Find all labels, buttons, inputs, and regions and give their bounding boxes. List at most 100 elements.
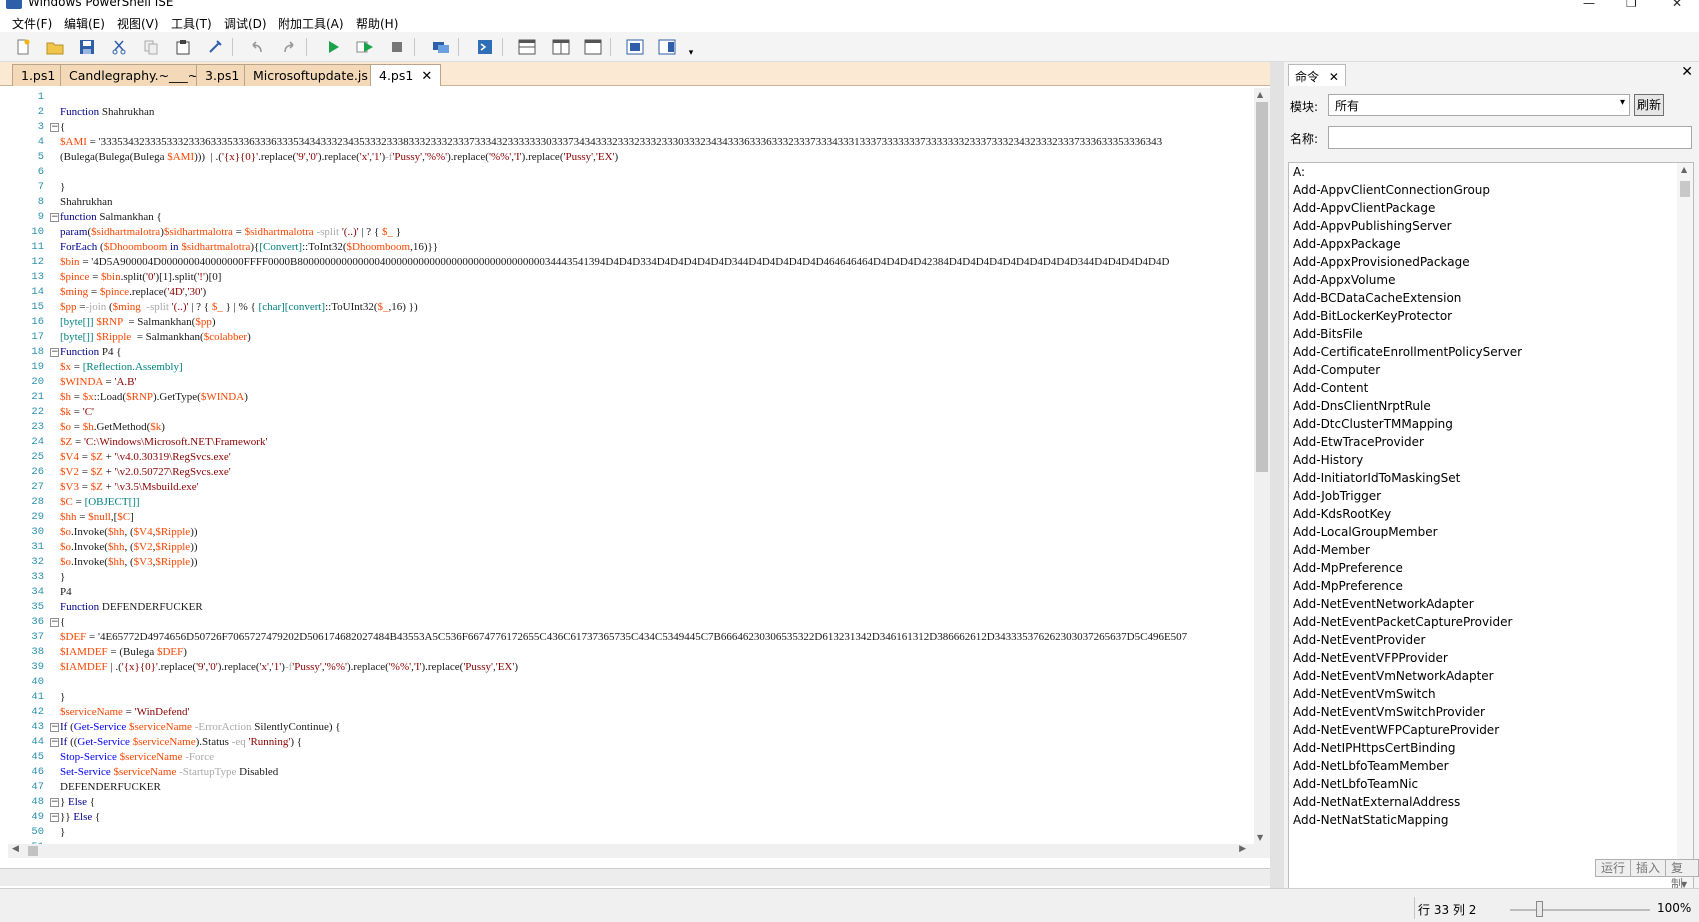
code-area[interactable]: Function Shahrukhan {$AMI = '333534323335…	[60, 90, 1260, 855]
copy-icon[interactable]	[140, 36, 162, 58]
command-list-scrollbar[interactable]: ▲ ▼	[1677, 163, 1693, 891]
menu-file[interactable]: 文件(F)	[12, 15, 52, 32]
command-item[interactable]: A:	[1289, 163, 1693, 181]
fold-toggle-icon[interactable]: −	[50, 738, 59, 747]
command-item[interactable]: Add-AppxPackage	[1289, 235, 1693, 253]
fold-toggle-icon[interactable]: −	[50, 348, 59, 357]
command-item[interactable]: Add-NetEventNetworkAdapter	[1289, 595, 1693, 613]
menu-help[interactable]: 帮助(H)	[356, 15, 398, 32]
command-item[interactable]: Add-AppvClientPackage	[1289, 199, 1693, 217]
command-item[interactable]: Add-KdsRootKey	[1289, 505, 1693, 523]
menu-tools[interactable]: 工具(T)	[171, 15, 212, 32]
command-item[interactable]: Add-NetIPHttpsCertBinding	[1289, 739, 1693, 757]
command-item[interactable]: Add-Content	[1289, 379, 1693, 397]
command-item[interactable]: Add-NetEventVmSwitch	[1289, 685, 1693, 703]
command-item[interactable]: Add-NetNatStaticMapping	[1289, 811, 1693, 829]
stop-icon[interactable]	[386, 36, 408, 58]
copy-command-button[interactable]: 复制	[1665, 859, 1699, 891]
command-item[interactable]: Add-MpPreference	[1289, 577, 1693, 595]
layout-right-icon[interactable]	[550, 36, 572, 58]
fold-toggle-icon[interactable]: −	[50, 813, 59, 822]
command-list-scroll-thumb[interactable]	[1680, 181, 1690, 197]
menu-addons[interactable]: 附加工具(A)	[278, 15, 344, 32]
command-item[interactable]: Add-Member	[1289, 541, 1693, 559]
fold-toggle-icon[interactable]: −	[50, 723, 59, 732]
command-item[interactable]: Add-CertificateEnrollmentPolicyServer	[1289, 343, 1693, 361]
show-script-pane-icon[interactable]	[624, 36, 646, 58]
command-item[interactable]: Add-BitsFile	[1289, 325, 1693, 343]
command-list[interactable]: A: Add-AppvClientConnectionGroup Add-AppvC…	[1288, 162, 1694, 892]
run-command-button[interactable]: 运行	[1595, 859, 1632, 877]
tab-3-ps1[interactable]: 3.ps1	[196, 64, 249, 86]
insert-command-button[interactable]: 插入	[1630, 859, 1667, 877]
fold-toggle-icon[interactable]: −	[50, 618, 59, 627]
command-item[interactable]: Add-History	[1289, 451, 1693, 469]
powershell-console-icon[interactable]	[474, 36, 496, 58]
horizontal-scroll-thumb[interactable]	[28, 846, 38, 856]
command-item[interactable]: Add-AppxVolume	[1289, 271, 1693, 289]
editor-horizontal-scrollbar[interactable]: ◀ ▶	[8, 844, 1270, 858]
clear-icon[interactable]	[204, 36, 226, 58]
menu-edit[interactable]: 编辑(E)	[64, 15, 105, 32]
undo-icon[interactable]	[246, 36, 268, 58]
paste-icon[interactable]	[172, 36, 194, 58]
tab-candlegraphy[interactable]: Candlegraphy.~___~	[60, 64, 208, 86]
remote-powershell-icon[interactable]	[430, 36, 452, 58]
command-item[interactable]: Add-InitiatorIdToMaskingSet	[1289, 469, 1693, 487]
tab-1-ps1[interactable]: 1.ps1	[12, 64, 65, 86]
command-item[interactable]: Add-Computer	[1289, 361, 1693, 379]
command-item[interactable]: Add-NetLbfoTeamMember	[1289, 757, 1693, 775]
restore-button[interactable]: ❐	[1626, 0, 1637, 10]
command-item[interactable]: Add-NetEventVFPProvider	[1289, 649, 1693, 667]
name-field[interactable]	[1328, 126, 1692, 149]
close-tab-icon[interactable]: ✕	[421, 69, 432, 84]
vertical-scroll-thumb[interactable]	[1256, 102, 1268, 472]
command-item[interactable]: Add-DnsClientNrptRule	[1289, 397, 1693, 415]
close-pane-icon[interactable]: ✕	[1681, 64, 1693, 80]
module-select[interactable]: 所有 ▾	[1328, 94, 1630, 116]
run-script-icon[interactable]	[322, 36, 344, 58]
menu-debug[interactable]: 调试(D)	[224, 15, 267, 32]
script-editor[interactable]: 1 2 3 4 5 6 7 8 9 10 11 12 13 14 15 16 17 18 19 20 21 22 23 24 2…	[8, 86, 1270, 868]
command-item[interactable]: Add-NetEventPacketCaptureProvider	[1289, 613, 1693, 631]
layout-top-icon[interactable]	[516, 36, 538, 58]
command-item[interactable]: Add-NetEventWFPCaptureProvider	[1289, 721, 1693, 739]
cut-icon[interactable]	[108, 36, 130, 58]
fold-toggle-icon[interactable]: −	[50, 798, 59, 807]
command-item[interactable]: Add-AppvPublishingServer	[1289, 217, 1693, 235]
command-item[interactable]: Add-NetEventProvider	[1289, 631, 1693, 649]
save-icon[interactable]	[76, 36, 98, 58]
open-folder-icon[interactable]	[44, 36, 66, 58]
command-item[interactable]: Add-BCDataCacheExtension	[1289, 289, 1693, 307]
tab-4-ps1[interactable]: 4.ps1 ✕	[370, 64, 442, 87]
fold-toggle-icon[interactable]: −	[50, 123, 59, 132]
menu-view[interactable]: 视图(V)	[117, 15, 159, 32]
zoom-slider[interactable]	[1510, 909, 1650, 911]
minimize-button[interactable]: —	[1583, 0, 1595, 10]
close-button[interactable]: ✕	[1672, 0, 1682, 10]
command-item[interactable]: Add-BitLockerKeyProtector	[1289, 307, 1693, 325]
run-selection-icon[interactable]	[354, 36, 376, 58]
command-item[interactable]: Add-MpPreference	[1289, 559, 1693, 577]
command-item[interactable]: Add-NetLbfoTeamNic	[1289, 775, 1693, 793]
command-item[interactable]: Add-LocalGroupMember	[1289, 523, 1693, 541]
zoom-slider-thumb[interactable]	[1536, 901, 1543, 917]
show-commands-icon[interactable]	[656, 36, 678, 58]
fold-toggle-icon[interactable]: −	[50, 213, 59, 222]
command-item[interactable]: Add-EtwTraceProvider	[1289, 433, 1693, 451]
command-item[interactable]: Add-NetEventVmNetworkAdapter	[1289, 667, 1693, 685]
command-item[interactable]: Add-NetEventVmSwitchProvider	[1289, 703, 1693, 721]
commands-tab[interactable]: 命令 ✕	[1288, 64, 1346, 86]
command-item[interactable]: Add-NetNatExternalAddress	[1289, 793, 1693, 811]
new-file-icon[interactable]	[12, 36, 34, 58]
command-item[interactable]: Add-AppvClientConnectionGroup	[1289, 181, 1693, 199]
refresh-button[interactable]: 刷新	[1634, 94, 1664, 116]
command-item[interactable]: Add-AppxProvisionedPackage	[1289, 253, 1693, 271]
redo-icon[interactable]	[278, 36, 300, 58]
editor-vertical-scrollbar[interactable]: ▲ ▼	[1254, 88, 1270, 844]
command-item[interactable]: Add-DtcClusterTMMapping	[1289, 415, 1693, 433]
close-commands-tab-icon[interactable]: ✕	[1329, 70, 1339, 84]
command-item[interactable]: Add-JobTrigger	[1289, 487, 1693, 505]
pane-splitter[interactable]	[1270, 62, 1284, 888]
layout-maximize-icon[interactable]	[582, 36, 604, 58]
